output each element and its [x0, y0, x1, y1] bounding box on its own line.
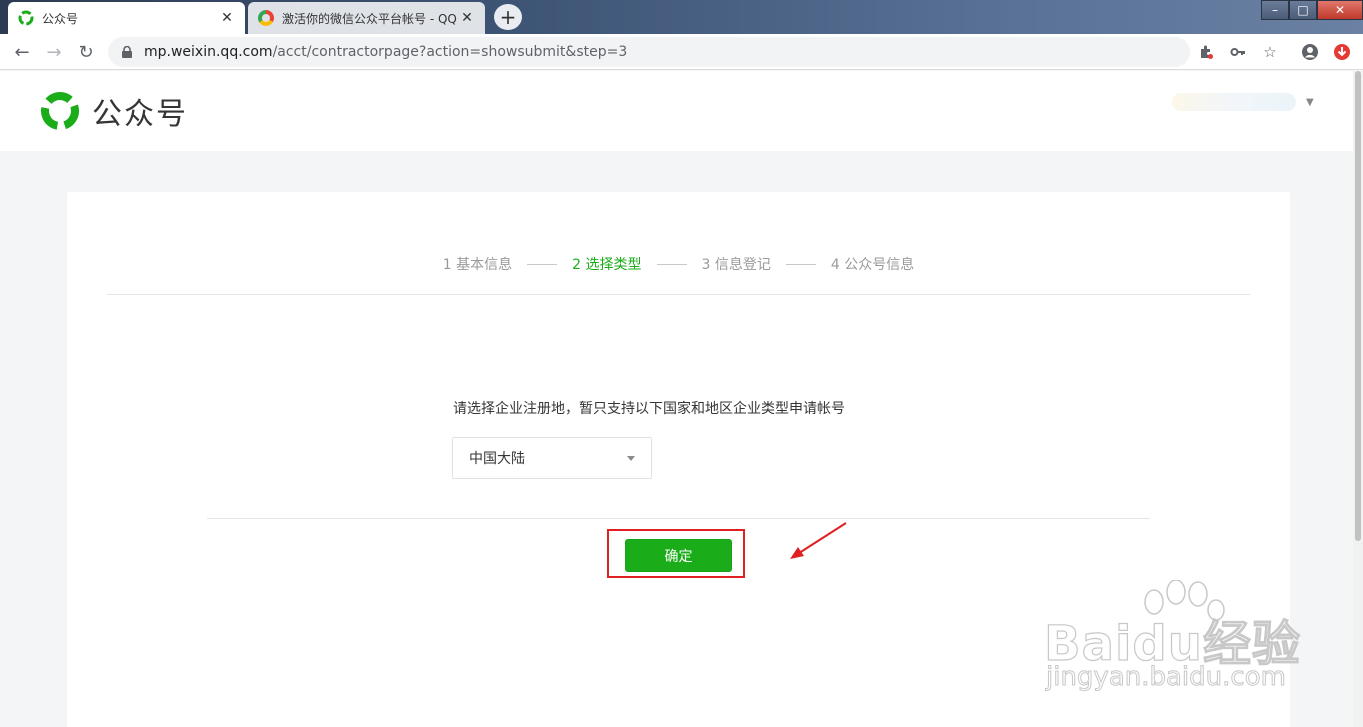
- url-host: mp.weixin.qq.com: [144, 44, 273, 60]
- lock-icon: [120, 45, 134, 59]
- account-icon[interactable]: [1300, 42, 1320, 62]
- region-select-value: 中国大陆: [469, 451, 525, 467]
- step-separator: [527, 263, 558, 265]
- tab-gongzhonghao[interactable]: 公众号 ✕: [8, 2, 245, 34]
- step-separator: [785, 263, 816, 265]
- new-tab-button[interactable]: +: [494, 4, 522, 30]
- window-controls: – □ ✕: [1261, 0, 1363, 20]
- step-info-registration: 3 信息登记: [701, 257, 771, 273]
- chevron-down-icon: [627, 455, 635, 461]
- browser-page-icon: [258, 10, 274, 26]
- reload-icon[interactable]: ↻: [74, 40, 98, 64]
- address-bar[interactable]: mp.weixin.qq.com/acct/contractorpage?act…: [108, 37, 1190, 67]
- divider: [107, 294, 1250, 295]
- forward-icon[interactable]: →: [42, 40, 66, 64]
- brand-name: 公众号: [92, 97, 188, 132]
- browser-tab-strip: 公众号 ✕ 激活你的微信公众平台帐号 - QQ ✕ + – □ ✕: [0, 0, 1363, 34]
- step-account-info: 4 公众号信息: [830, 257, 915, 273]
- chevron-down-icon: ▼: [1306, 96, 1314, 108]
- registration-card: 1 基本信息 2 选择类型 3 信息登记 4 公众号信息 请选择企业注册地，暂只…: [67, 192, 1290, 727]
- close-icon[interactable]: ✕: [459, 10, 475, 26]
- confirm-button[interactable]: 确定: [625, 539, 732, 572]
- account-menu[interactable]: ▼: [1172, 93, 1314, 111]
- tab-title: 激活你的微信公众平台帐号 - QQ: [282, 11, 457, 26]
- minimize-button[interactable]: –: [1261, 0, 1289, 20]
- key-icon[interactable]: [1228, 42, 1248, 62]
- page-scrollbar[interactable]: [1353, 71, 1363, 727]
- tab-activate-account[interactable]: 激活你的微信公众平台帐号 - QQ ✕: [248, 2, 485, 34]
- wechat-mp-logo-icon: [18, 10, 34, 26]
- site-header: 公众号 ▼: [0, 71, 1363, 151]
- back-icon[interactable]: ←: [10, 40, 34, 64]
- region-instruction: 请选择企业注册地，暂只支持以下国家和地区企业类型申请帐号: [453, 401, 845, 417]
- star-icon[interactable]: ☆: [1260, 42, 1280, 62]
- step-indicator: 1 基本信息 2 选择类型 3 信息登记 4 公众号信息: [67, 254, 1290, 274]
- step-separator: [656, 263, 687, 265]
- tab-title: 公众号: [42, 11, 79, 26]
- maximize-button[interactable]: □: [1289, 0, 1317, 20]
- account-name-blurred: [1172, 93, 1296, 111]
- extension-icon[interactable]: [1196, 42, 1216, 62]
- region-select[interactable]: 中国大陆: [452, 437, 652, 479]
- url-path: /acct/contractorpage?action=showsubmit&s…: [272, 44, 628, 60]
- divider: [207, 518, 1150, 519]
- scrollbar-thumb[interactable]: [1355, 71, 1361, 541]
- brand[interactable]: 公众号: [38, 89, 188, 133]
- step-select-type: 2 选择类型: [572, 257, 642, 273]
- browser-toolbar: ← → ↻ mp.weixin.qq.com/acct/contractorpa…: [0, 34, 1363, 70]
- window-close-button[interactable]: ✕: [1317, 0, 1363, 20]
- close-icon[interactable]: ✕: [219, 10, 235, 26]
- step-basic-info: 1 基本信息: [442, 257, 513, 273]
- update-icon[interactable]: [1332, 42, 1352, 62]
- wechat-mp-logo-icon: [41, 92, 79, 130]
